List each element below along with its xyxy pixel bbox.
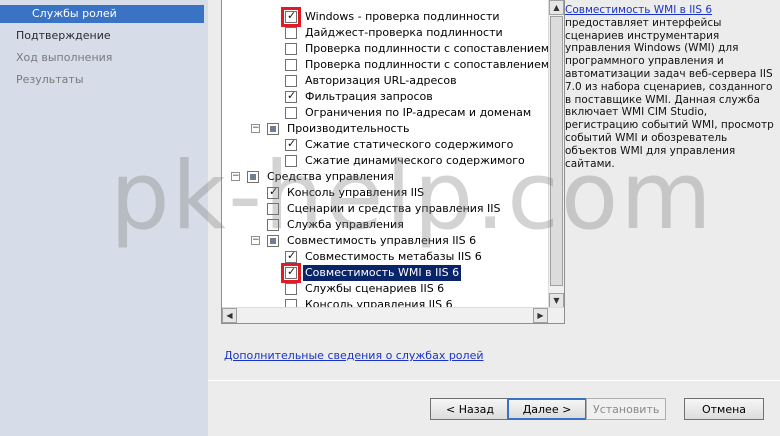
checkbox[interactable]: ✓ (281, 263, 301, 283)
checkbox[interactable] (267, 219, 279, 231)
checkbox[interactable] (285, 43, 297, 55)
footer-divider (208, 380, 780, 381)
description-text: предоставляет интерфейсы сценариев инстр… (565, 16, 774, 170)
checkbox[interactable] (267, 123, 279, 135)
scroll-thumb[interactable] (550, 16, 563, 286)
collapse-icon[interactable]: − (231, 172, 240, 181)
tree-item-label: Совместимость управления IIS 6 (287, 234, 477, 247)
step-progress: Ход выполнения (16, 51, 113, 64)
checkmark-icon: ✓ (287, 89, 297, 102)
back-button[interactable]: < Назад (430, 398, 510, 420)
tree-item-label: Дайджест-проверка подлинности (305, 26, 503, 39)
checkmark-icon: ✓ (287, 9, 297, 22)
scroll-down-icon[interactable]: ▼ (549, 293, 564, 308)
checkbox[interactable] (285, 283, 297, 295)
checkbox[interactable] (267, 203, 279, 215)
more-info-link[interactable]: Дополнительные сведения о службах ролей (224, 349, 484, 362)
step-role-services[interactable]: Службы ролей (0, 5, 204, 23)
checkbox[interactable]: ✓ (281, 7, 301, 27)
checkbox[interactable] (285, 75, 297, 87)
next-button[interactable]: Далее > (507, 398, 587, 420)
collapse-icon[interactable]: − (251, 236, 260, 245)
tree-item-label: Консоль управления IIS (287, 186, 425, 199)
checkbox[interactable] (285, 107, 297, 119)
service-description: Совместимость WMI в IIS 6 предоставляет … (565, 4, 780, 170)
tree-vertical-scrollbar[interactable]: ▲ ▼ (548, 0, 564, 308)
checkbox[interactable] (285, 59, 297, 71)
checkmark-icon: ✓ (287, 265, 297, 278)
description-title-link[interactable]: Совместимость WMI в IIS 6 (565, 4, 712, 16)
checkbox[interactable] (285, 155, 297, 167)
tree-item-label: Производительность (287, 122, 410, 135)
checkbox[interactable] (267, 235, 279, 247)
tree-item-label: Средства управления (267, 170, 394, 183)
tree-item-label: Служба управления (287, 218, 404, 231)
tree-item-label: Авторизация URL-адресов (305, 74, 457, 87)
checkbox[interactable]: ✓ (285, 89, 297, 103)
step-confirmation[interactable]: Подтверждение (0, 27, 204, 45)
scroll-up-icon[interactable]: ▲ (549, 0, 564, 15)
tree-horizontal-scrollbar[interactable]: ◀ ▶ (222, 307, 564, 323)
tree-item-label: Проверка подлинности с сопоставлением се… (305, 58, 565, 71)
checkbox[interactable] (247, 171, 259, 183)
step-results: Результаты (16, 73, 84, 86)
checkbox[interactable]: ✓ (285, 137, 297, 151)
checkbox[interactable]: ✓ (285, 249, 297, 263)
tree-item-label: Ограничения по IP-адресам и доменам (305, 106, 532, 119)
checkbox[interactable]: ✓ (267, 185, 279, 199)
wizard-steps-pane: Службы ролей Подтверждение Ход выполнени… (0, 0, 208, 436)
main-content: ✓ Windows - проверка подлинности Дайджест-… (208, 0, 780, 436)
tree-item-label: Проверка подлинности с сопоставлением се… (305, 42, 565, 55)
checkmark-icon: ✓ (287, 137, 297, 150)
checkmark-icon: ✓ (287, 249, 297, 262)
checkmark-icon: ✓ (269, 185, 279, 198)
tree-item-label: Службы сценариев IIS 6 (305, 282, 445, 295)
scroll-left-icon[interactable]: ◀ (222, 308, 237, 323)
tree-item-label: Совместимость метабазы IIS 6 (305, 250, 482, 263)
tree-item-label: Фильтрация запросов (305, 90, 433, 103)
tree-item-label: Сжатие динамического содержимого (305, 154, 525, 167)
cancel-button[interactable]: Отмена (684, 398, 764, 420)
tree-item-label: Сценарии и средства управления IIS (287, 202, 501, 215)
checkbox[interactable] (285, 27, 297, 39)
scroll-right-icon[interactable]: ▶ (533, 308, 548, 323)
install-button[interactable]: Установить (586, 398, 666, 420)
tree-item-label: Windows - проверка подлинности (305, 10, 500, 23)
tree-item-label: Совместимость WMI в IIS 6 (303, 265, 462, 281)
role-services-tree: ✓ Windows - проверка подлинности Дайджест-… (221, 0, 565, 324)
collapse-icon[interactable]: − (251, 124, 260, 133)
tree-item-label: Сжатие статического содержимого (305, 138, 514, 151)
